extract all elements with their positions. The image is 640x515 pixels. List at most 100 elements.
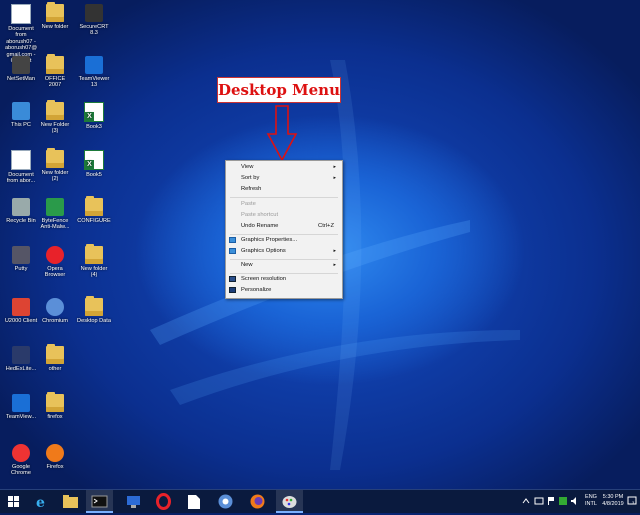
desktop-icon[interactable]: Opera Browser — [38, 246, 72, 279]
notification-center[interactable]: 3 — [627, 496, 637, 506]
folder-icon — [85, 244, 103, 264]
chevron-up-icon[interactable] — [522, 496, 530, 506]
chrome-icon — [12, 444, 30, 462]
network-icon — [127, 496, 140, 508]
taskbar-paint[interactable] — [276, 490, 303, 513]
menu-item-undo-rename[interactable]: Undo Rename Ctrl+Z — [226, 221, 342, 232]
tray-app-icon[interactable] — [558, 496, 568, 506]
menu-item-personalize[interactable]: Personalize — [226, 285, 342, 296]
desktop-icon-label: Google Chrome — [11, 464, 31, 477]
folder-icon — [46, 2, 64, 22]
desktop-icon[interactable]: TeamViewer 13 — [77, 56, 111, 89]
down-arrow-icon — [266, 105, 298, 162]
taskbar-terminal[interactable] — [86, 490, 113, 513]
desktop-icon[interactable]: other — [38, 344, 72, 372]
desktop-icon[interactable]: New Folder (3) — [38, 100, 72, 135]
menu-item-graphics-options[interactable]: Graphics Options ▸ — [226, 246, 342, 257]
desktop-icon-label: This PC — [11, 122, 31, 128]
document-icon — [11, 150, 31, 170]
desktop-icon[interactable]: New folder (2) — [38, 148, 72, 183]
menu-item-sort-by[interactable]: Sort by ▸ — [226, 173, 342, 184]
desktop-icon[interactable]: ByteFence Anti-Malw... — [38, 198, 72, 231]
taskbar-chromium[interactable] — [212, 490, 239, 513]
folder-icon — [85, 296, 103, 316]
desktop-icon[interactable]: New folder — [38, 2, 72, 30]
folder-icon — [85, 196, 103, 216]
menu-item-paste-shortcut[interactable]: Paste shortcut — [226, 210, 342, 221]
menu-item-view[interactable]: View ▸ — [226, 162, 342, 173]
desktop-icon-label: NetSetMan — [7, 76, 35, 82]
desktop-icon-label: firefox — [47, 414, 63, 420]
terminal-icon — [91, 495, 108, 508]
desktop-icon[interactable]: This PC — [4, 102, 38, 128]
taskbar-file-explorer[interactable] — [57, 490, 84, 513]
monitor-icon — [229, 276, 236, 282]
taskbar-network[interactable] — [120, 490, 147, 513]
taskbar-ie[interactable]: e — [28, 490, 55, 513]
desktop-icon-label: OFFICE 2007 — [44, 76, 66, 89]
putty-icon — [12, 246, 30, 264]
desktop-icon[interactable]: New folder (4) — [77, 244, 111, 279]
desktop-icon[interactable]: OFFICE 2007 — [38, 54, 72, 89]
desktop-menu-callout: Desktop Menu — [217, 77, 341, 103]
desktop-icon[interactable]: Document from abor... — [4, 150, 38, 185]
start-button[interactable] — [0, 490, 27, 513]
menu-item-graphics-properties[interactable]: Graphics Properties... — [226, 235, 342, 246]
desktop-icon[interactable]: NetSetMan — [4, 56, 38, 82]
folder-icon — [46, 344, 64, 364]
this-pc-icon — [12, 102, 30, 120]
taskbar-opera[interactable] — [150, 490, 177, 513]
opera-icon — [156, 493, 171, 510]
menu-item-refresh[interactable]: Refresh — [226, 184, 342, 195]
language-indicator[interactable]: ENG INTL — [583, 494, 599, 507]
hdx-icon — [12, 346, 30, 364]
menu-item-new[interactable]: New ▸ — [226, 260, 342, 271]
excel-icon — [84, 150, 104, 170]
desktop-icon[interactable]: Chromium — [38, 298, 72, 324]
u2000-icon — [12, 298, 30, 316]
folder-icon — [46, 54, 64, 74]
desktop-icon[interactable]: HedExLite... — [4, 346, 38, 372]
desktop-icon[interactable]: Firefox — [38, 444, 72, 470]
desktop-icon-label: CONFIGURE — [77, 218, 111, 224]
firefox-icon — [250, 494, 265, 509]
teamviewer-icon — [12, 394, 30, 412]
graphics-icon — [229, 248, 236, 254]
network-status-icon[interactable] — [534, 496, 544, 506]
desktop-icon-label: New Folder (3) — [40, 122, 70, 135]
clock[interactable]: 5:30 PM 4/8/2019 — [600, 494, 626, 507]
desktop-icon[interactable]: Desktop Data — [77, 296, 111, 324]
desktop-icon[interactable]: Book3 — [77, 102, 111, 130]
flag-icon[interactable] — [546, 496, 556, 506]
desktop-icon[interactable]: Recycle Bin — [4, 198, 38, 224]
folder-icon — [46, 148, 64, 168]
desktop-icon[interactable]: Google Chrome — [4, 444, 38, 477]
desktop-icon[interactable]: CONFIGURE — [77, 196, 111, 224]
desktop-icon[interactable]: SecureCRT 8.3 — [77, 4, 111, 37]
desktop-icon-label: TeamViewer 13 — [78, 76, 110, 89]
netsetman-icon — [12, 56, 30, 74]
taskbar-firefox[interactable] — [244, 490, 271, 513]
chevron-right-icon: ▸ — [333, 262, 336, 268]
excel-icon — [84, 102, 104, 122]
desktop-icon[interactable]: Putty — [4, 246, 38, 272]
desktop-icon-label: U2000 Client — [4, 318, 38, 324]
menu-item-screen-resolution[interactable]: Screen resolution — [226, 274, 342, 285]
chevron-right-icon: ▸ — [333, 164, 336, 170]
menu-separator — [230, 197, 338, 198]
chevron-right-icon: ▸ — [333, 175, 336, 181]
taskbar-file[interactable] — [180, 490, 207, 513]
desktop-icon-label: Chromium — [42, 318, 68, 324]
chromium-icon — [46, 298, 64, 316]
desktop-icon-label: SecureCRT 8.3 — [79, 24, 109, 37]
desktop-icon-label: ByteFence Anti-Malw... — [40, 218, 70, 231]
volume-icon[interactable] — [570, 496, 580, 506]
desktop-icon-label: Recycle Bin — [6, 218, 36, 224]
graphics-icon — [229, 237, 236, 243]
menu-item-paste[interactable]: Paste — [226, 199, 342, 210]
desktop-icon-label: New folder (2) — [41, 170, 69, 183]
desktop-icon[interactable]: Book5 — [77, 150, 111, 178]
desktop-icon[interactable]: firefox — [38, 392, 72, 420]
desktop-icon[interactable]: TeamView... — [4, 394, 38, 420]
desktop-icon[interactable]: U2000 Client — [4, 298, 38, 324]
